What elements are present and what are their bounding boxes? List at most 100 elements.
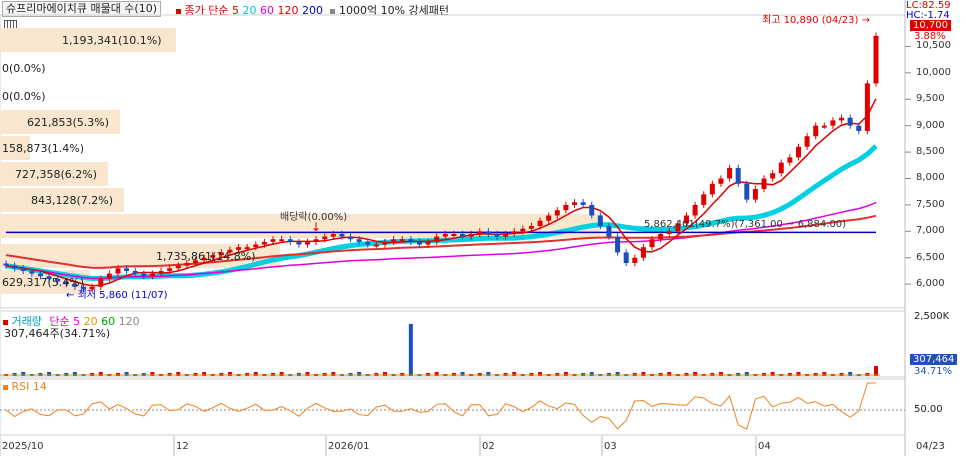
candle-body — [606, 226, 612, 237]
volume-profile-label: 621,853(5.3%) — [27, 116, 110, 129]
candle-body — [761, 178, 767, 190]
candle-body — [658, 233, 664, 240]
candle-body — [546, 215, 552, 221]
range-text: 5,862,401(49.7%)(7,361.00 ~ 6,884.00) — [644, 219, 847, 230]
high-annotation-text: 최고 10,890 (04/23) — [762, 15, 859, 26]
candle-body — [864, 83, 870, 131]
price-tick-label: 9,500 — [916, 93, 945, 105]
volume-profile-label: 0(0.0%) — [2, 62, 46, 75]
candle-body — [373, 244, 379, 247]
volume-bars-layer — [0, 324, 880, 376]
arrow-right-icon: → — [861, 15, 870, 26]
candle-body — [365, 241, 371, 245]
candle-body — [175, 265, 181, 269]
candle-body — [744, 183, 750, 200]
dividend-arrow-icon: ↓ — [311, 220, 322, 234]
candle-body — [640, 247, 646, 258]
x-tick-label: 04/23 — [916, 441, 945, 452]
candle-body — [304, 241, 310, 245]
candle-body — [348, 236, 354, 240]
candle-body — [339, 233, 345, 237]
x-tick-label: 03 — [604, 441, 617, 452]
candle-body — [149, 273, 155, 277]
candle-body — [3, 263, 9, 266]
candle-body — [434, 236, 440, 242]
low-annotation-text: 최저 5,860 (11/07) — [77, 290, 168, 301]
candle-body — [873, 35, 879, 84]
candle-body — [770, 173, 776, 179]
volume-profile-label: 0(0.0%) — [2, 90, 46, 103]
candle-body — [821, 125, 827, 128]
rsi-square-icon — [3, 384, 8, 390]
volume-axis-label: 2,500K — [914, 311, 950, 322]
price-tick-label: 7,000 — [916, 225, 945, 237]
volume-pct-label: 34.71% — [914, 366, 953, 377]
candle-body — [20, 268, 26, 271]
volume-square-icon — [3, 319, 8, 325]
candle-body — [813, 125, 819, 137]
candle-body — [184, 263, 190, 266]
volume-current-badge: 307,464 — [910, 354, 958, 365]
candle-body — [856, 125, 862, 131]
rsi-label: RSI 14 — [11, 380, 47, 393]
candle-body — [106, 273, 112, 279]
candle-body — [494, 233, 500, 237]
candle-body — [132, 270, 138, 274]
candle-body — [322, 236, 328, 240]
volume-value-text: 307,464주(34.71%) — [4, 327, 111, 340]
volume-ma-120: 120 — [118, 315, 140, 328]
price-tick-label: 8,500 — [916, 146, 945, 158]
rsi-legend: RSI 14 — [3, 380, 47, 393]
candle-body — [244, 247, 250, 250]
candle-body — [580, 202, 586, 205]
candle-body — [735, 167, 741, 184]
volume-profile-label: 158,873(1.4%) — [2, 142, 85, 155]
candle-body — [597, 215, 603, 227]
candle-body — [253, 244, 259, 248]
price-tick-label: 8,000 — [916, 172, 945, 184]
candle-body — [313, 239, 319, 242]
candle-body — [29, 270, 35, 274]
candle-body — [399, 239, 405, 242]
candle-body — [485, 231, 491, 234]
candle-body — [167, 268, 173, 271]
candle-body — [778, 162, 784, 174]
candle-body — [563, 204, 569, 211]
price-tick-label: 10,500 — [916, 40, 951, 52]
candle-body — [330, 233, 336, 237]
range-annotation: 5,862,401(49.7%)(7,361.00 ~ 6,884.00) — [644, 219, 846, 230]
x-tick-label: 2025/10 — [2, 441, 44, 452]
candle-body — [279, 239, 285, 242]
candle-body — [554, 210, 560, 216]
candle-body — [391, 239, 397, 242]
candle-body — [296, 241, 302, 245]
volume-profile-label: 727,358(6.2%) — [15, 168, 98, 181]
candle-body — [727, 167, 733, 179]
candle-body — [718, 178, 724, 184]
candle-body — [425, 241, 431, 245]
candle-body — [623, 252, 629, 264]
candle-body — [589, 204, 595, 216]
low-annotation: ← 최저 5,860 (11/07) — [66, 286, 168, 301]
volume-profile-label: 843,128(7.2%) — [31, 194, 114, 207]
x-tick-label: 02 — [482, 441, 495, 452]
candle-body — [408, 239, 414, 242]
candle-body — [709, 183, 715, 195]
candle-body — [649, 239, 655, 248]
volume-profile-label: 1,193,341(10.1%) — [62, 34, 162, 47]
price-tick-label: 6,000 — [916, 278, 945, 290]
candle-body — [382, 241, 388, 245]
price-tick-label: 10,000 — [916, 66, 951, 78]
candle-body — [795, 146, 801, 158]
candle-body — [537, 220, 543, 227]
x-tick-label: 2026/01 — [328, 441, 370, 452]
rsi-layer — [0, 382, 905, 430]
candle-body — [804, 136, 810, 147]
candle-body — [511, 231, 517, 234]
candle-body — [666, 231, 672, 234]
candle-body — [477, 231, 483, 234]
candle-body — [701, 194, 707, 205]
candle-body — [158, 270, 164, 274]
candle-body — [460, 233, 466, 237]
candle-body — [124, 268, 130, 271]
